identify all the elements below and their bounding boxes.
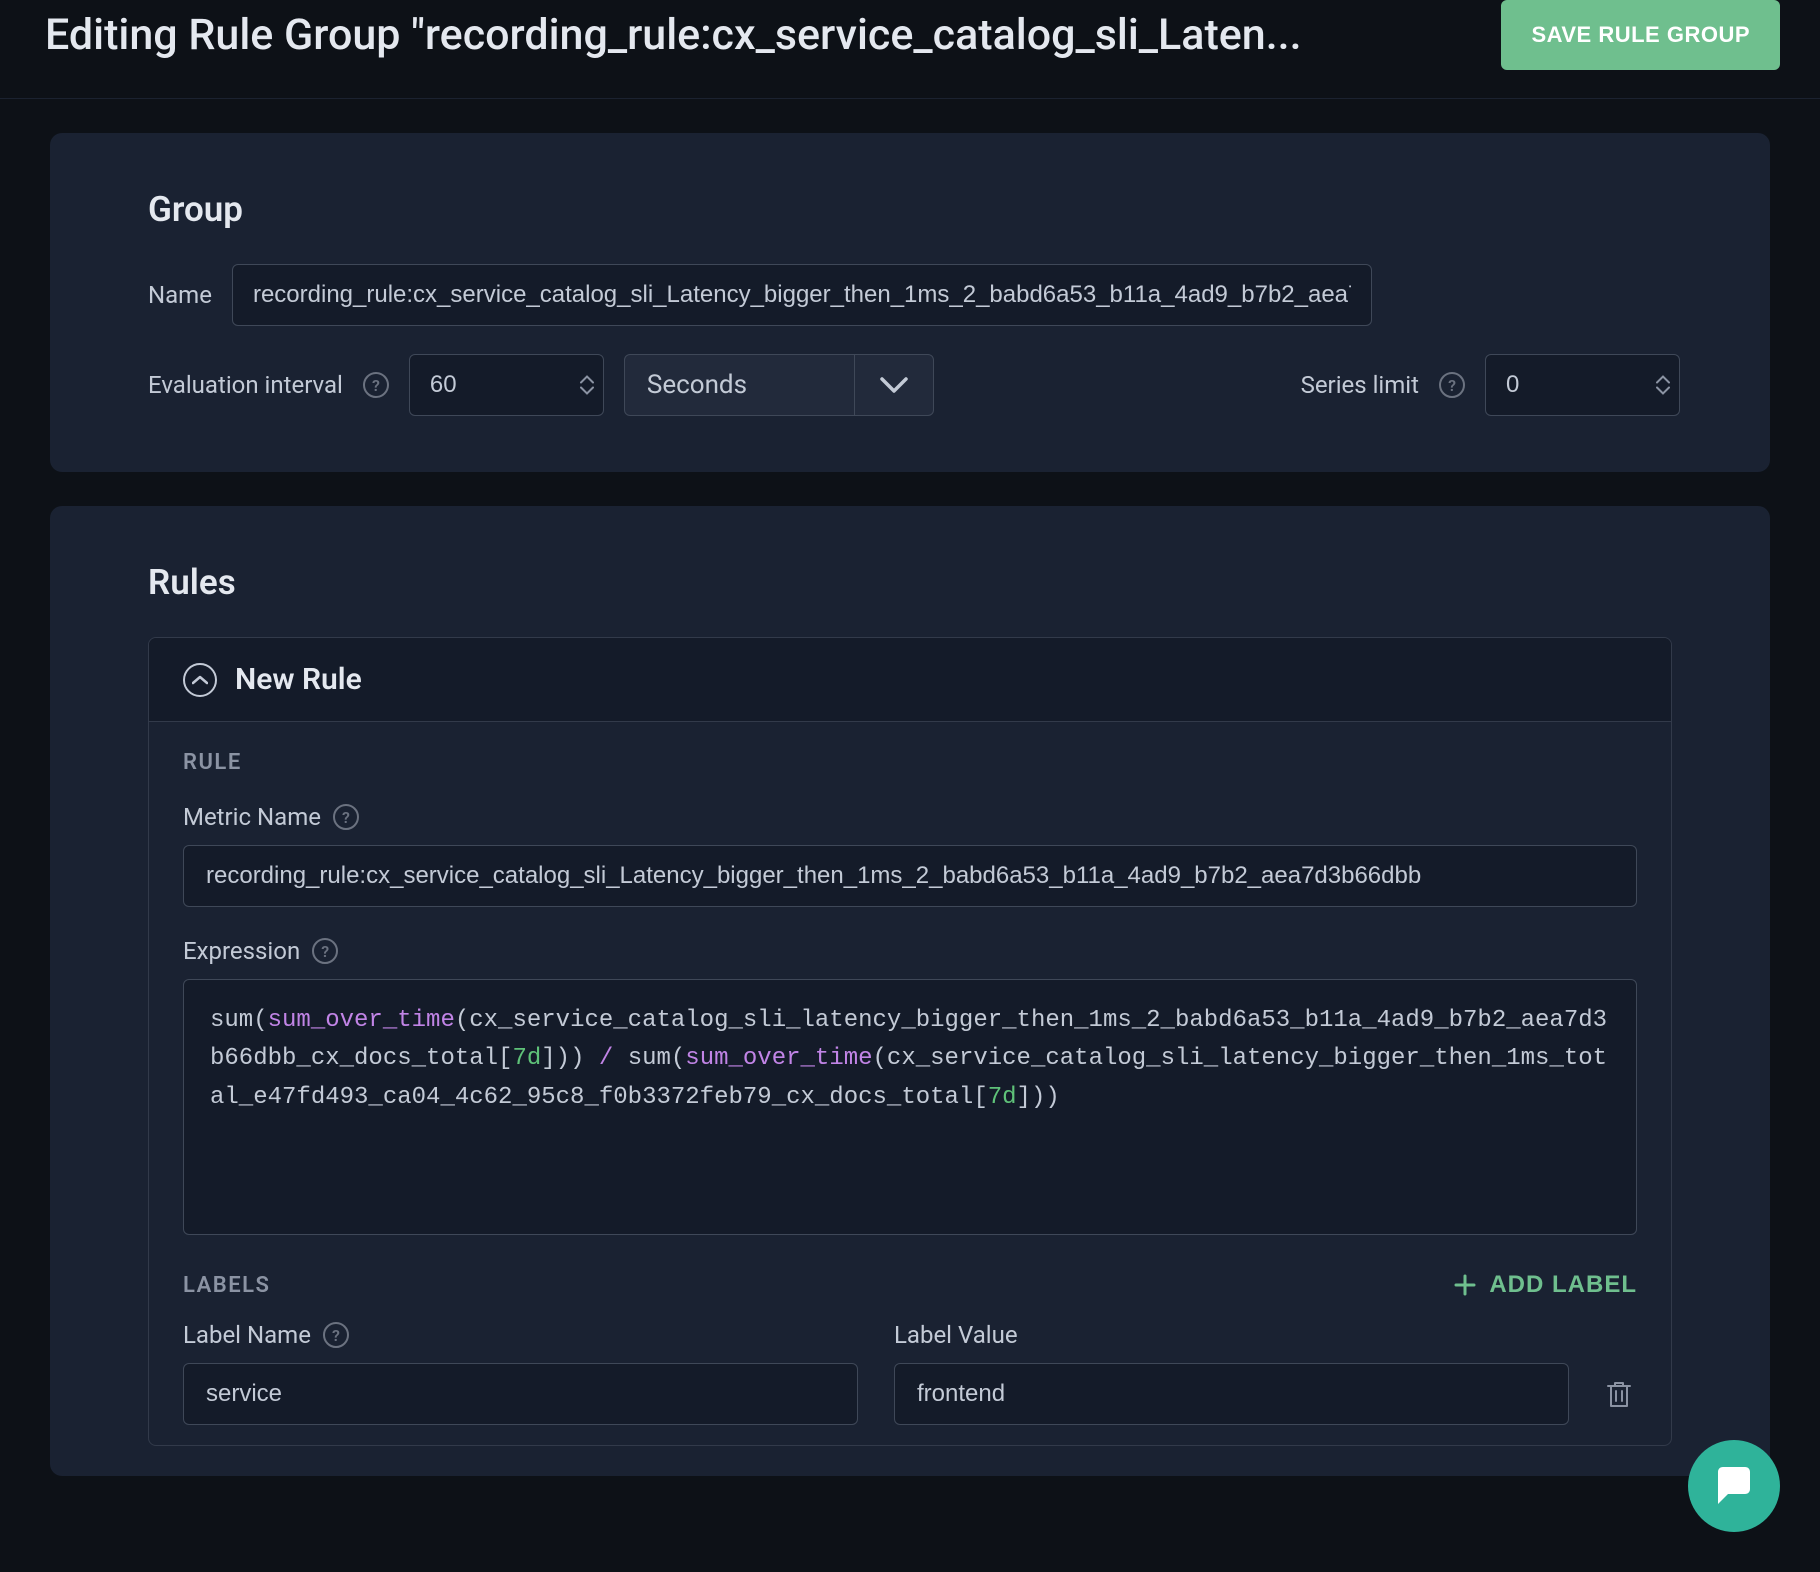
expression-label-row: Expression ? [183, 937, 1637, 965]
group-name-label: Name [148, 281, 212, 309]
eval-interval-stepper[interactable] [580, 375, 594, 396]
rule-section-label: RULE [183, 750, 1637, 775]
labels-header: LABELS ADD LABEL [183, 1271, 1637, 1299]
rule-body: RULE Metric Name ? Expression ? sum(sum_… [149, 722, 1671, 1445]
top-bar: Editing Rule Group "recording_rule:cx_se… [0, 0, 1820, 99]
label-name-input[interactable] [183, 1363, 858, 1425]
chat-button[interactable] [1688, 1440, 1780, 1532]
page-title: Editing Rule Group "recording_rule:cx_se… [45, 10, 1302, 60]
eval-unit-value: Seconds [625, 355, 855, 415]
eval-unit-select[interactable]: Seconds [624, 354, 934, 416]
trash-icon[interactable] [1605, 1379, 1633, 1409]
add-label-text: ADD LABEL [1489, 1271, 1637, 1299]
help-icon[interactable]: ? [363, 372, 389, 398]
labels-section-label: LABELS [183, 1273, 270, 1298]
rule-title: New Rule [235, 662, 362, 697]
labels-row: Label Name ? Label Value [183, 1321, 1637, 1425]
metric-name-label-row: Metric Name ? [183, 803, 1637, 831]
label-value-col: Label Value [894, 1321, 1569, 1425]
label-name-label: Label Name [183, 1321, 311, 1349]
series-limit-stepper[interactable] [1656, 375, 1670, 396]
series-limit-label: Series limit [1301, 371, 1419, 399]
metric-name-input[interactable] [183, 845, 1637, 907]
rule-card: New Rule RULE Metric Name ? Expression ?… [148, 637, 1672, 1446]
group-panel: Group Name Evaluation interval ? Seconds… [50, 133, 1770, 472]
rules-panel: Rules New Rule RULE Metric Name ? Expres… [50, 506, 1770, 1476]
chat-icon [1712, 1464, 1756, 1508]
eval-interval-wrap [409, 354, 604, 416]
help-icon[interactable]: ? [333, 804, 359, 830]
add-label-button[interactable]: ADD LABEL [1453, 1271, 1637, 1299]
rule-header[interactable]: New Rule [149, 638, 1671, 722]
series-limit-input[interactable] [1485, 354, 1680, 416]
help-icon[interactable]: ? [323, 1322, 349, 1348]
save-rule-group-button[interactable]: SAVE RULE GROUP [1501, 0, 1780, 70]
help-icon[interactable]: ? [312, 938, 338, 964]
label-name-col: Label Name ? [183, 1321, 858, 1425]
label-value-label: Label Value [894, 1321, 1018, 1349]
label-value-input[interactable] [894, 1363, 1569, 1425]
series-limit-wrap [1485, 354, 1680, 416]
eval-interval-label: Evaluation interval [148, 371, 343, 399]
eval-interval-input[interactable] [409, 354, 604, 416]
chevron-down-icon [855, 355, 933, 415]
chevron-up-icon [183, 663, 217, 697]
plus-icon [1453, 1273, 1477, 1297]
group-heading: Group [148, 189, 1680, 230]
expression-label: Expression [183, 937, 300, 965]
rules-heading: Rules [148, 562, 1672, 603]
group-settings-row: Evaluation interval ? Seconds Series lim… [148, 354, 1680, 416]
group-name-row: Name [148, 264, 1680, 326]
expression-editor[interactable]: sum(sum_over_time(cx_service_catalog_sli… [183, 979, 1637, 1235]
help-icon[interactable]: ? [1439, 372, 1465, 398]
group-name-input[interactable] [232, 264, 1372, 326]
metric-name-label: Metric Name [183, 803, 321, 831]
